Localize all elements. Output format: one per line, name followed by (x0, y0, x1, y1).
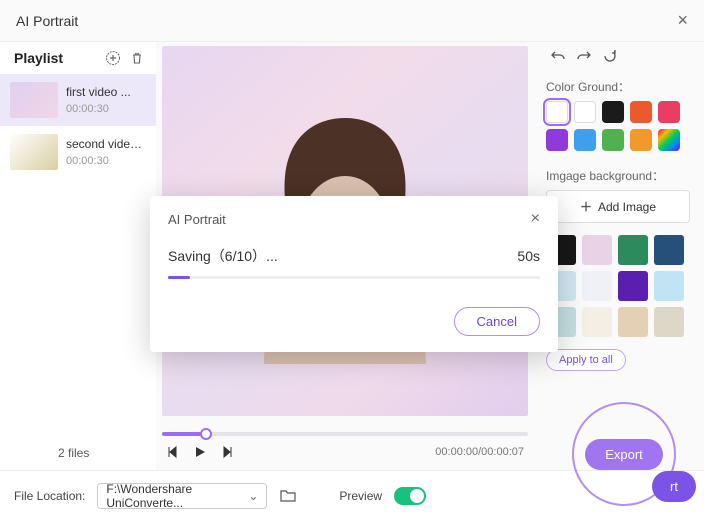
open-folder-icon[interactable] (279, 487, 297, 505)
playlist-item[interactable]: first video ... 00:00:30 (0, 74, 156, 126)
timeline[interactable] (162, 430, 528, 438)
saving-eta: 50s (517, 248, 540, 264)
sidebar: Playlist first video ... 00:00:30 second… (0, 42, 156, 470)
video-duration: 00:00:30 (66, 155, 146, 167)
color-swatch[interactable] (574, 101, 596, 123)
next-frame-icon[interactable] (218, 444, 234, 460)
color-swatch[interactable] (602, 129, 624, 151)
background-thumb[interactable] (582, 307, 612, 337)
background-thumb[interactable] (654, 307, 684, 337)
video-duration: 00:00:30 (66, 103, 146, 115)
window-title: AI Portrait (16, 13, 78, 29)
background-thumb[interactable] (654, 235, 684, 265)
video-thumbnail (10, 134, 58, 170)
color-swatch[interactable] (658, 101, 680, 123)
player-controls: 00:00:00/00:00:07 (162, 438, 528, 460)
play-icon[interactable] (192, 444, 208, 460)
saving-status: Saving（6/10）... (168, 246, 278, 266)
playlist-label: Playlist (14, 50, 63, 66)
video-name: second video... (66, 137, 146, 151)
file-count: 2 files (58, 446, 89, 460)
cancel-button[interactable]: Cancel (454, 307, 540, 336)
file-location-select[interactable]: F:\Wondershare UniConverte... ⌄ (97, 483, 267, 509)
saving-progress-bar (168, 276, 540, 279)
close-icon[interactable]: × (677, 10, 688, 31)
delete-icon[interactable] (128, 49, 146, 67)
color-swatch[interactable] (658, 129, 680, 151)
add-image-label: Add Image (598, 200, 656, 214)
background-thumb[interactable] (582, 271, 612, 301)
export-button-secondary[interactable]: rt (652, 471, 696, 502)
plus-icon: ＋ (580, 198, 592, 215)
dialog-close-icon[interactable]: × (531, 210, 540, 228)
prev-frame-icon[interactable] (166, 444, 182, 460)
dialog-title: AI Portrait (168, 212, 226, 227)
background-thumb[interactable] (618, 271, 648, 301)
color-ground-label: Color Ground： (546, 78, 690, 95)
reset-icon[interactable] (602, 48, 618, 64)
video-thumbnail (10, 82, 58, 118)
background-thumb-grid (546, 235, 690, 337)
export-highlight: Export rt (572, 402, 676, 506)
image-bg-label: Imgage background： (546, 167, 690, 184)
export-button[interactable]: Export (585, 439, 663, 470)
saving-dialog: AI Portrait × Saving（6/10）... 50s Cancel (150, 196, 558, 352)
sidebar-header: Playlist (0, 42, 156, 74)
redo-icon[interactable] (576, 48, 592, 64)
color-swatch[interactable] (546, 101, 568, 123)
color-swatch[interactable] (546, 129, 568, 151)
color-swatch[interactable] (630, 129, 652, 151)
undo-icon[interactable] (550, 48, 566, 64)
file-location-label: File Location: (14, 489, 85, 503)
file-location-value: F:\Wondershare UniConverte... (106, 482, 248, 510)
video-name: first video ... (66, 85, 146, 99)
color-ground-grid (546, 101, 690, 151)
time-readout: 00:00:00/00:00:07 (435, 446, 524, 458)
title-bar: AI Portrait × (0, 0, 704, 42)
add-icon[interactable] (104, 49, 122, 67)
preview-toggle[interactable] (394, 487, 426, 505)
background-thumb[interactable] (618, 307, 648, 337)
add-image-button[interactable]: ＋ Add Image (546, 190, 690, 223)
preview-label: Preview (339, 489, 382, 503)
apply-to-all-button[interactable]: Apply to all (546, 349, 626, 371)
background-thumb[interactable] (618, 235, 648, 265)
playlist-item[interactable]: second video... 00:00:30 (0, 126, 156, 178)
color-swatch[interactable] (602, 101, 624, 123)
color-swatch[interactable] (630, 101, 652, 123)
color-swatch[interactable] (574, 129, 596, 151)
chevron-down-icon: ⌄ (248, 489, 258, 503)
background-thumb[interactable] (654, 271, 684, 301)
background-thumb[interactable] (582, 235, 612, 265)
